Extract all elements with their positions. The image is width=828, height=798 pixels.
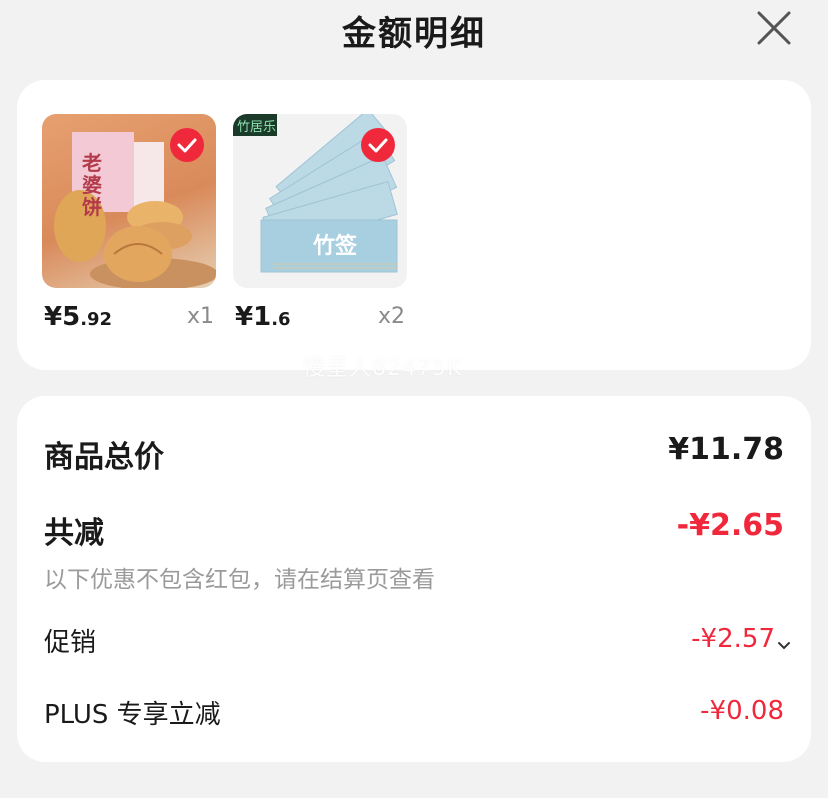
promo-value: -¥2.57 xyxy=(691,624,775,654)
product-price: ¥5.92 xyxy=(44,302,112,332)
total-value: ¥11.78 xyxy=(668,432,784,467)
price-decimal: .92 xyxy=(80,309,113,330)
discount-note: 以下优惠不包含红包，请在结算页查看 xyxy=(44,567,435,593)
close-icon[interactable] xyxy=(756,10,792,46)
discount-value: -¥2.65 xyxy=(676,508,784,543)
price-decimal: .6 xyxy=(271,309,291,330)
check-icon[interactable] xyxy=(170,128,204,162)
product-quantity: x1 xyxy=(186,304,214,329)
plus-value: -¥0.08 xyxy=(700,696,784,726)
product-image[interactable]: 老婆饼 xyxy=(42,114,216,288)
product-item[interactable]: 竹居乐 竹签 ¥1.6 x2 xyxy=(233,114,407,332)
product-price: ¥1.6 xyxy=(235,302,291,332)
promo-label: 促销 xyxy=(44,628,97,658)
watermark-text: 慢星人82475K xyxy=(303,356,463,381)
price-main: ¥5 xyxy=(44,302,81,332)
price-main: ¥1 xyxy=(235,302,272,332)
product-list-card: 老婆饼 ¥5.92 x1 竹居乐 竹签 ¥1.6 x2 xyxy=(17,80,811,370)
product-image[interactable]: 竹居乐 竹签 xyxy=(233,114,407,288)
page-title: 金额明细 xyxy=(342,14,486,54)
product-item[interactable]: 老婆饼 ¥5.92 x1 xyxy=(42,114,216,332)
discount-label: 共减 xyxy=(44,516,104,551)
chevron-down-icon[interactable] xyxy=(777,636,791,650)
product-price-row: ¥1.6 x2 xyxy=(233,302,407,338)
brand-text: 竹居乐 xyxy=(237,120,277,135)
header: 金额明细 xyxy=(0,0,828,60)
promo-row[interactable]: 促销 -¥2.57 xyxy=(17,618,811,662)
amount-summary-card: 商品总价 ¥11.78 共减 -¥2.65 以下优惠不包含红包，请在结算页查看 … xyxy=(17,396,811,762)
product-quantity: x2 xyxy=(377,304,405,329)
plus-label: PLUS 专享立减 xyxy=(44,700,221,730)
product-image-text: 竹签 xyxy=(313,234,358,259)
product-price-row: ¥5.92 x1 xyxy=(42,302,216,338)
total-label: 商品总价 xyxy=(44,440,164,475)
check-icon[interactable] xyxy=(361,128,395,162)
product-image-text: 老婆饼 xyxy=(82,151,102,219)
